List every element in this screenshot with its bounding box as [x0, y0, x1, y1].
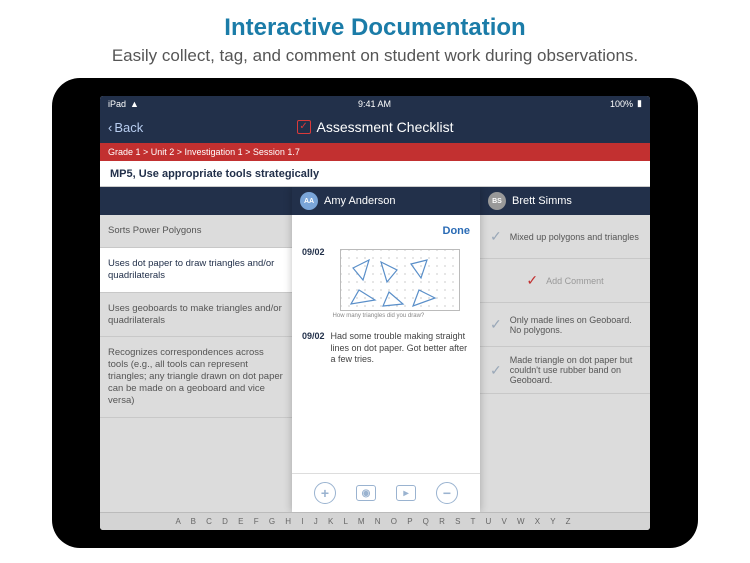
breadcrumb[interactable]: Grade 1 > Unit 2 > Investigation 1 > Ses…: [100, 143, 650, 161]
avatar: BS: [488, 192, 506, 210]
student-detail-panel: AA Amy Anderson Done 09/02 How many tria…: [292, 187, 480, 512]
battery-label: 100%: [610, 99, 633, 109]
comment-text: Only made lines on Geoboard. No polygons…: [510, 315, 640, 335]
ipad-frame: iPad ▲ 9:41 AM 100% ▮ ‹ Back ✓ Assessmen…: [52, 78, 698, 548]
student-b-column: BS Brett Simms ✓ Mixed up polygons and t…: [480, 187, 650, 512]
image-caption: How many triangles did you draw?: [331, 313, 470, 319]
entry-date: 09/02: [302, 331, 325, 366]
status-bar: iPad ▲ 9:41 AM 100% ▮: [100, 96, 650, 111]
add-icon[interactable]: +: [314, 482, 336, 504]
checklist-icon: ✓: [297, 120, 311, 134]
back-label: Back: [114, 120, 143, 135]
check-icon: ✓: [490, 362, 502, 379]
promo-title: Interactive Documentation: [0, 0, 750, 42]
student-header[interactable]: BS Brett Simms: [480, 187, 650, 215]
app-screen: iPad ▲ 9:41 AM 100% ▮ ‹ Back ✓ Assessmen…: [100, 96, 650, 530]
add-comment-label: Add Comment: [546, 276, 604, 286]
battery-icon: ▮: [637, 98, 642, 109]
chevron-left-icon: ‹: [108, 120, 112, 135]
check-icon: ✓: [490, 228, 502, 245]
dot-paper-thumbnail[interactable]: [340, 249, 460, 311]
entry-note[interactable]: 09/02 Had some trouble making straight l…: [292, 325, 480, 372]
remove-icon[interactable]: −: [436, 482, 458, 504]
nav-bar: ‹ Back ✓ Assessment Checklist: [100, 111, 650, 143]
standard-label: MP5, Use appropriate tools strategically: [100, 161, 650, 187]
entry-date: 09/02: [302, 247, 325, 319]
comment-row[interactable]: ✓ Only made lines on Geoboard. No polygo…: [480, 303, 650, 347]
page-title-text: Assessment Checklist: [317, 119, 454, 135]
avatar: AA: [300, 192, 318, 210]
criteria-header: [100, 187, 292, 215]
carrier-label: iPad: [108, 99, 126, 109]
triangles-drawing-icon: [341, 250, 461, 312]
criteria-item[interactable]: Uses geoboards to make triangles and/or …: [100, 293, 292, 338]
student-header[interactable]: AA Amy Anderson: [292, 187, 480, 215]
alphabet-index[interactable]: A B C D E F G H I J K L M N O P Q R S T …: [100, 512, 650, 530]
comment-row[interactable]: ✓ Made triangle on dot paper but couldn'…: [480, 347, 650, 394]
comment-row[interactable]: ✓ Mixed up polygons and triangles: [480, 215, 650, 259]
entry-toolbar: + ◉ ▸ −: [292, 473, 480, 512]
comment-text: Made triangle on dot paper but couldn't …: [510, 355, 640, 385]
student-name: Amy Anderson: [324, 195, 396, 207]
wifi-icon: ▲: [130, 99, 139, 109]
check-icon: ✓: [526, 272, 538, 289]
criteria-column: Sorts Power Polygons Uses dot paper to d…: [100, 187, 292, 512]
entry-image[interactable]: 09/02 How many triangles did you draw?: [292, 241, 480, 325]
comment-text: Mixed up polygons and triangles: [510, 232, 639, 242]
criteria-item[interactable]: Recognizes correspondences across tools …: [100, 337, 292, 417]
done-button[interactable]: Done: [443, 225, 471, 237]
page-title: ✓ Assessment Checklist: [297, 119, 454, 135]
student-name: Brett Simms: [512, 195, 572, 207]
criteria-item-active[interactable]: Uses dot paper to draw triangles and/or …: [100, 248, 292, 293]
camera-icon[interactable]: ◉: [356, 485, 376, 501]
check-icon: ✓: [490, 316, 502, 333]
folder-icon[interactable]: ▸: [396, 485, 416, 501]
criteria-item[interactable]: Sorts Power Polygons: [100, 215, 292, 248]
status-time: 9:41 AM: [358, 99, 391, 109]
promo-subtitle: Easily collect, tag, and comment on stud…: [0, 42, 750, 78]
entry-text: Had some trouble making straight lines o…: [331, 331, 470, 366]
content-area: Sorts Power Polygons Uses dot paper to d…: [100, 187, 650, 512]
add-comment-row[interactable]: ✓ Add Comment: [480, 259, 650, 303]
back-button[interactable]: ‹ Back: [108, 120, 143, 135]
